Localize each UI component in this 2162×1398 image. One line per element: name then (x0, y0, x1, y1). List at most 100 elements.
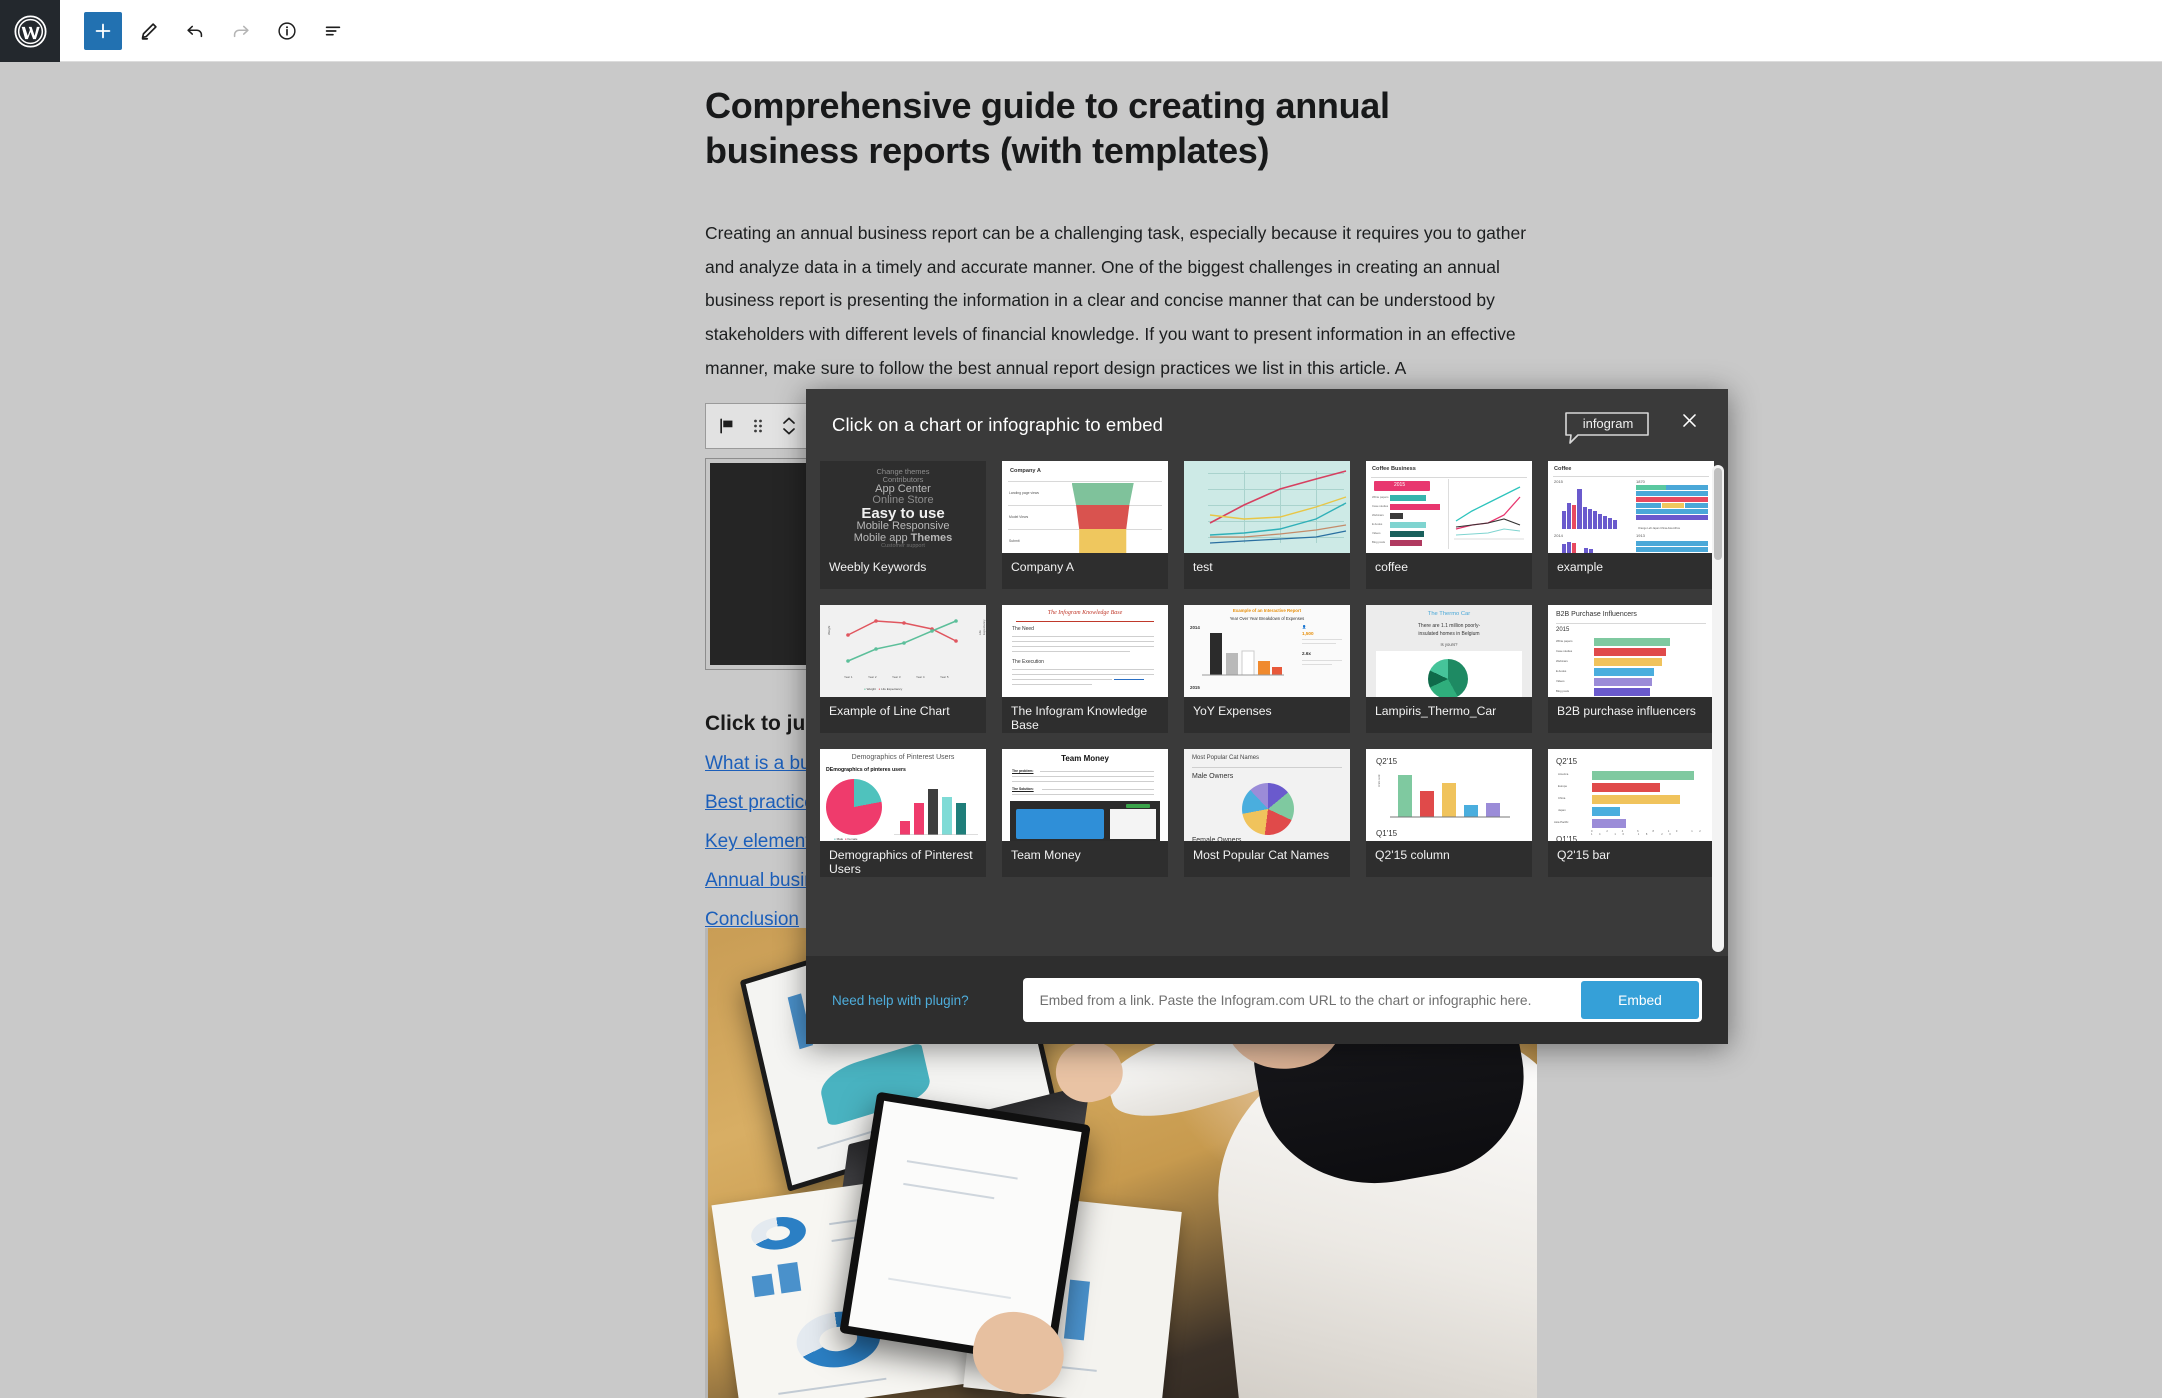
page-title[interactable]: Comprehensive guide to creating annual b… (705, 84, 1533, 173)
q215bar-title: Q2'15 (1556, 757, 1578, 766)
thumbnail-knowledge-base-doc: The Infogram Knowledge Base The Need The… (1002, 605, 1168, 697)
example-year-1: 2015 (1554, 479, 1563, 484)
yoy-year-1: 2014 (1190, 625, 1200, 630)
template-gallery[interactable]: Change themes Contributors App Center On… (806, 461, 1728, 956)
thumbnail-wordcloud: Change themes Contributors App Center On… (820, 461, 986, 553)
thumb-title: Company A (1010, 468, 1041, 474)
template-card-weebly-keywords[interactable]: Change themes Contributors App Center On… (820, 461, 986, 589)
pin-subtitle: DEmographics of pinteres users (826, 767, 906, 773)
thumb-title: Coffee Business (1372, 466, 1416, 472)
kb-h2: The Execution (1012, 659, 1044, 665)
redo-arrow-icon (233, 25, 249, 37)
template-card-knowledge-base[interactable]: The Infogram Knowledge Base The Need The… (1002, 605, 1168, 733)
template-label: Lampiris_Thermo_Car (1375, 704, 1497, 718)
thumbnail-line-chart-teal (1184, 461, 1350, 553)
thumbnail-pinterest-demographics: Demographics of Pinterest Users DEmograp… (820, 749, 986, 841)
b2b-year: 2015 (1556, 627, 1570, 633)
thermo-line-2: insulated homes in Belgium (1418, 631, 1480, 637)
yoy-year-2: 2015 (1190, 685, 1200, 690)
add-block-button[interactable] (84, 11, 122, 50)
template-card-example[interactable]: Coffee 2015 1870 Orange Left Japan China… (1548, 461, 1714, 589)
cats-title: Most Popular Cat Names (1192, 755, 1260, 761)
q215col-title-2: Q1'15 (1376, 829, 1398, 838)
template-label: Demographics of Pinterest Users (829, 848, 973, 877)
modal-title: Click on a chart or infographic to embed (832, 414, 1164, 435)
template-card-thermo-car[interactable]: The Thermo Car There are 1.1 million poo… (1366, 605, 1532, 733)
coffee-year: 2015 (1394, 482, 1406, 488)
template-card-team-money[interactable]: Team Money The problem: The Solution: Te… (1002, 749, 1168, 877)
yoy-subtitle: Year Over Year Breakdown of Expenses (1229, 616, 1305, 621)
paragraph-block-icon[interactable] (714, 413, 740, 439)
template-label: Q2'15 column (1375, 848, 1450, 862)
move-block-stepper[interactable] (776, 413, 802, 439)
template-card-cat-names[interactable]: Most Popular Cat Names Male Owners Femal… (1184, 749, 1350, 877)
template-label: Weebly Keywords (829, 560, 927, 574)
thumbnail-funnel-chart: Company A Landing page views Model Views… (1002, 461, 1168, 553)
template-card-q215-column[interactable]: Q2'15 Units sold Q1'15 Q2'15 column (1366, 749, 1532, 877)
thermo-line-3: Is yours? (1440, 642, 1458, 647)
thumbnail-example-line-chart: Weight Life Expectancy Year 1 Year 2 Yea… (820, 605, 986, 697)
list-view-icon (325, 26, 341, 35)
template-card-yoy-expenses[interactable]: Example of an Interactive Report Year Ov… (1184, 605, 1350, 733)
toolbar-buttons (60, 0, 352, 61)
embed-url-input[interactable] (1025, 981, 1581, 1019)
template-card-pinterest-demographics[interactable]: Demographics of Pinterest Users DEmograp… (820, 749, 986, 877)
close-button[interactable] (1672, 403, 1706, 437)
thermo-title: The Thermo Car (1427, 611, 1471, 617)
template-grid: Change themes Contributors App Center On… (820, 461, 1714, 877)
template-label: coffee (1375, 560, 1408, 574)
thumbnail-q215-bar-chart: Q2'15 America Europe China Japan Asia Pa… (1548, 749, 1714, 841)
yoy-stat-1: 1,500 (1302, 631, 1314, 636)
details-button[interactable] (268, 12, 306, 50)
template-label: YoY Expenses (1193, 704, 1272, 718)
template-label: B2B purchase influencers (1557, 704, 1696, 718)
template-card-line-chart[interactable]: Weight Life Expectancy Year 1 Year 2 Yea… (820, 605, 986, 733)
edit-tool-button[interactable] (130, 12, 168, 50)
block-toolbar (705, 403, 811, 450)
wordpress-logo-button[interactable] (0, 0, 60, 62)
gallery-scrollbar[interactable] (1712, 465, 1724, 952)
template-card-company-a[interactable]: Company A Landing page views Model Views… (1002, 461, 1168, 589)
need-help-link[interactable]: Need help with plugin? (832, 993, 969, 1008)
thumbnail-b2b-bars: B2B Purchase Influencers 2015 White pape… (1548, 605, 1714, 697)
team-title: Team Money (1061, 754, 1109, 763)
intro-paragraph[interactable]: Creating an annual business report can b… (705, 217, 1533, 385)
example-year-4: 1913 (1636, 533, 1645, 538)
drag-handle-icon[interactable] (745, 413, 771, 439)
wordpress-logo-icon (13, 14, 47, 48)
editor-toolbar (0, 0, 2162, 62)
team-p2: The Solution: (1012, 787, 1034, 791)
template-card-coffee[interactable]: Coffee Business 2015 White papers Case s… (1366, 461, 1532, 589)
redo-button[interactable] (222, 12, 260, 50)
modal-footer: Need help with plugin? Embed (806, 956, 1728, 1044)
gallery-scrollbar-thumb[interactable] (1714, 468, 1722, 560)
undo-button[interactable] (176, 12, 214, 50)
template-label: The Infogram Knowledge Base (1011, 704, 1148, 733)
thumbnail-coffee-business: Coffee Business 2015 White papers Case s… (1366, 461, 1532, 553)
thumbnail-cat-names: Most Popular Cat Names Male Owners Femal… (1184, 749, 1350, 841)
tablet-device (839, 1091, 1091, 1367)
template-card-b2b-influencers[interactable]: B2B Purchase Influencers 2015 White pape… (1548, 605, 1714, 733)
q215col-ylabel: Units sold (1377, 774, 1381, 787)
embed-button[interactable]: Embed (1581, 981, 1699, 1019)
infogram-logo: infogram (1556, 405, 1652, 445)
modal-header: Click on a chart or infographic to embed… (806, 389, 1728, 461)
undo-arrow-icon (187, 25, 203, 37)
infogram-embed-modal: Click on a chart or infographic to embed… (806, 389, 1728, 1044)
close-icon (1682, 413, 1696, 427)
template-card-test[interactable]: test (1184, 461, 1350, 589)
b2b-title: B2B Purchase Influencers (1556, 611, 1637, 618)
funnel-row-1: Landing page views (1009, 491, 1039, 495)
thumbnail-coffee-dots: Coffee 2015 1870 Orange Left Japan China… (1548, 461, 1714, 553)
example-year-3: 2014 (1554, 533, 1563, 538)
template-card-q215-bar[interactable]: Q2'15 America Europe China Japan Asia Pa… (1548, 749, 1714, 877)
infogram-wordmark: infogram (1583, 416, 1634, 431)
list-view-button[interactable] (314, 12, 352, 50)
thumbnail-yoy-expenses: Example of an Interactive Report Year Ov… (1184, 605, 1350, 697)
cats-h2: Female Owners (1192, 837, 1242, 841)
team-p1: The problem: (1012, 769, 1034, 773)
example-year-2: 1870 (1636, 479, 1645, 484)
kb-title: The Infogram Knowledge Base (1047, 610, 1123, 616)
pin-title: Demographics of Pinterest Users (851, 754, 955, 761)
thumbnail-q215-column-chart: Q2'15 Units sold Q1'15 (1366, 749, 1532, 841)
